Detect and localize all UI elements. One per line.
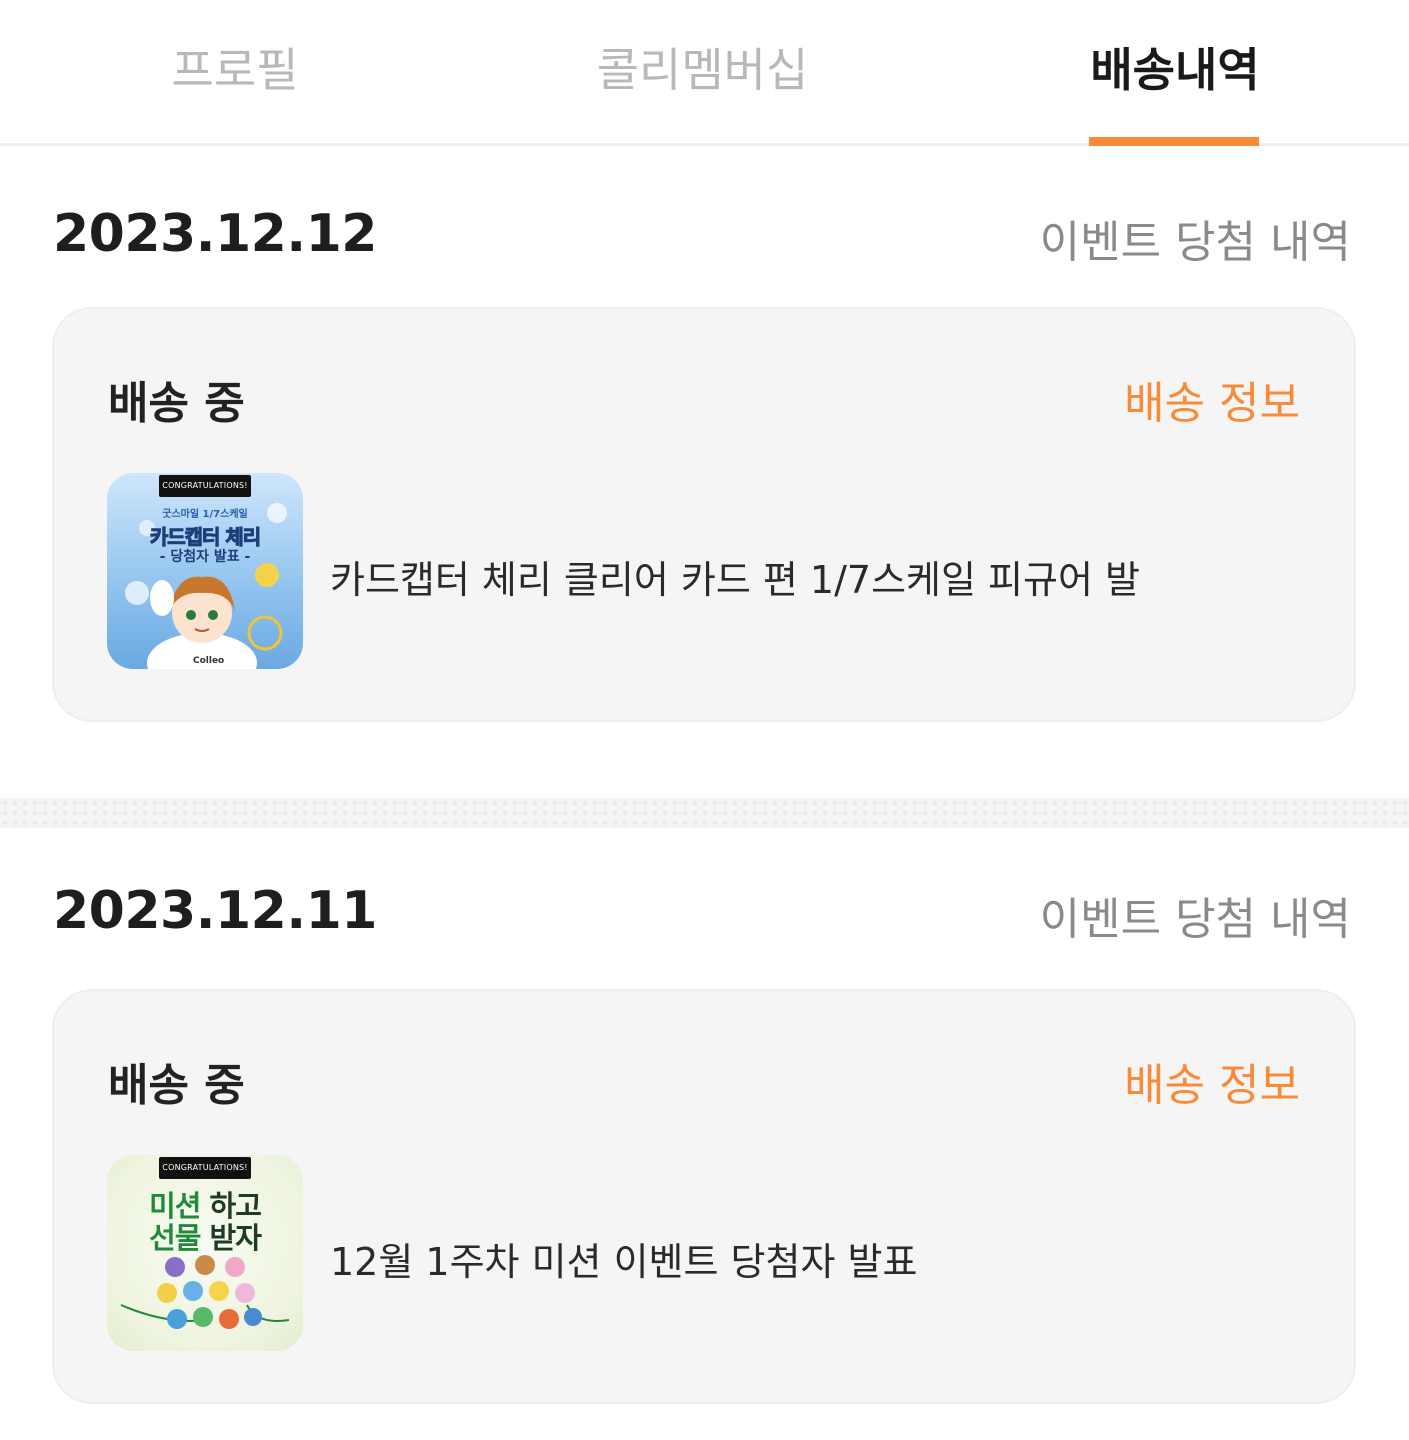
product-thumbnail[interactable]: Colleo CONGRATULATIONS! 굿스마일 1/7스케일 카드캡터… [107,473,303,669]
delivery-status: 배송 중 [108,1060,245,1111]
section-divider [0,798,1409,828]
event-type-label: 이벤트 당첨 내역 [1039,217,1351,268]
delivery-info-link[interactable]: 배송 정보 [1124,367,1300,431]
delivery-info-link[interactable]: 배송 정보 [1124,1049,1300,1113]
character-illustration: Colleo [125,503,287,669]
congratulations-badge: CONGRATULATIONS! [159,475,251,497]
delivery-status: 배송 중 [108,378,245,429]
thumbnail-headline-line2: 선물 받자 [107,1215,303,1257]
tab-delivery[interactable]: 배송내역 [1080,40,1270,100]
product-thumbnail[interactable]: CONGRATULATIONS! 미션 하고 선물 받자 [107,1155,303,1351]
thumbnail-caption: - 당첨자 발표 - [159,549,251,565]
thumbnail-subtitle: 굿스마일 1/7스케일 [162,509,248,520]
headline-word: 선물 [149,1221,201,1255]
order-card[interactable]: 배송 중 배송 정보 CONGRATULATIONS! 미션 하고 선물 받자 … [52,989,1356,1404]
congratulations-badge: CONGRATULATIONS! [159,1157,251,1179]
tab-profile[interactable]: 프로필 [150,40,320,100]
svg-text:Colleo: Colleo [193,656,224,666]
tab-bar: 프로필 콜리멤버십 배송내역 [0,0,1409,146]
order-date: 2023.12.11 [53,881,377,941]
tab-membership[interactable]: 콜리멤버십 [580,40,825,100]
event-type-label: 이벤트 당첨 내역 [1039,894,1351,945]
product-title[interactable]: 12월 1주차 미션 이벤트 당첨자 발표 [330,1231,917,1286]
product-title[interactable]: 카드캡터 체리 클리어 카드 편 1/7스케일 피규어 발 [330,549,1140,604]
headline-word: 받자 [209,1221,262,1255]
order-date: 2023.12.12 [53,204,377,264]
active-tab-indicator [1089,137,1259,146]
order-card[interactable]: 배송 중 배송 정보 Colleo CONGRATULATIONS! 굿스마일 … [52,307,1356,722]
